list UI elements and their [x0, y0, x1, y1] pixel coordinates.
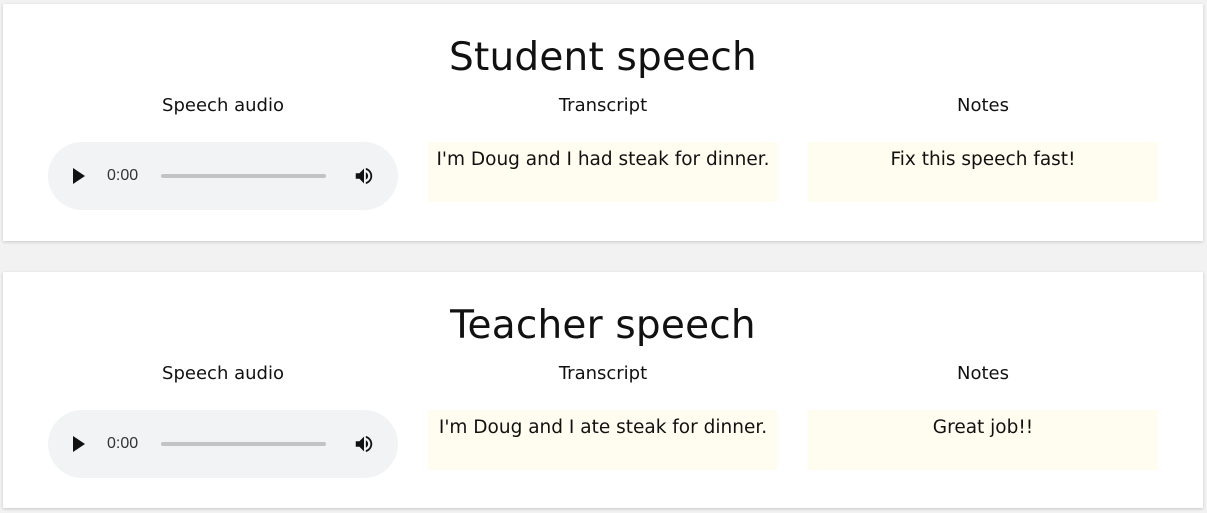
time-readout: 0:00 [107, 435, 139, 452]
notes-column: Notes Fix this speech fast! [808, 93, 1158, 202]
section-title: Teacher speech [450, 303, 756, 348]
volume-icon[interactable] [353, 433, 375, 455]
notes-label: Notes [957, 363, 1009, 384]
transcript-column: Transcript I'm Doug and I had steak for … [428, 93, 778, 202]
audio-player[interactable]: 0:00 [48, 410, 398, 478]
teacher-speech-card: Teacher speech Speech audio 0:00 Transcr… [3, 272, 1203, 508]
transcript-label: Transcript [558, 95, 648, 116]
speech-audio-column: Speech audio 0:00 [48, 93, 398, 210]
speech-audio-column: Speech audio 0:00 [48, 361, 398, 478]
time-readout: 0:00 [107, 167, 139, 184]
audio-player[interactable]: 0:00 [48, 142, 398, 210]
seek-slider[interactable] [161, 174, 326, 178]
notes-column: Notes Great job!! [808, 361, 1158, 470]
play-icon[interactable] [73, 168, 85, 184]
notes-text: Great job!! [808, 410, 1158, 470]
speech-audio-label: Speech audio [162, 363, 284, 384]
student-speech-card: Student speech Speech audio 0:00 Transcr… [3, 4, 1203, 241]
transcript-text: I'm Doug and I had steak for dinner. [428, 142, 778, 202]
speech-audio-label: Speech audio [162, 95, 284, 116]
notes-text: Fix this speech fast! [808, 142, 1158, 202]
volume-icon[interactable] [353, 165, 375, 187]
transcript-column: Transcript I'm Doug and I ate steak for … [428, 361, 778, 470]
play-icon[interactable] [73, 436, 85, 452]
seek-slider[interactable] [161, 442, 326, 446]
transcript-label: Transcript [558, 363, 648, 384]
notes-label: Notes [957, 95, 1009, 116]
section-title: Student speech [449, 35, 757, 80]
transcript-text: I'm Doug and I ate steak for dinner. [428, 410, 778, 470]
